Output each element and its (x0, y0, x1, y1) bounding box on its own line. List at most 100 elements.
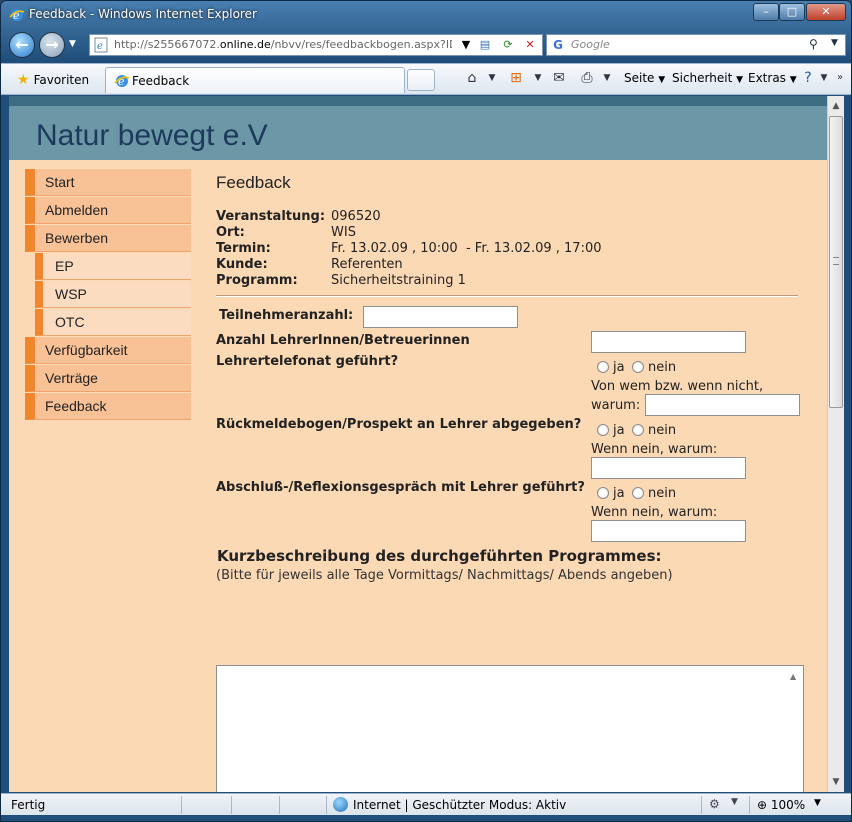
status-separator (181, 796, 182, 814)
menu-item-feedback[interactable]: Feedback (25, 393, 191, 420)
info-value: 096520 (331, 209, 381, 224)
tab-feedback[interactable]: e Feedback (105, 67, 405, 93)
menu-item-label: Verträge (45, 370, 98, 386)
submenu-item-ep[interactable]: EP (35, 253, 191, 280)
menu-item-start[interactable]: Start (25, 169, 191, 196)
event-info: Veranstaltung: 096520 Ort: WIS Termin: Fr. … (216, 209, 602, 289)
page-menu-label: Seite (624, 71, 655, 85)
url-domain: online.de (219, 38, 271, 51)
info-value: Fr. 13.02.09 , 10:00 - Fr. 13.02.09 , 17… (331, 241, 602, 256)
address-row: ← → ▼ e http://s255667072.online.de/nbvv… (1, 29, 851, 63)
menu-item-vertraege[interactable]: Verträge (25, 365, 191, 392)
print-icon[interactable]: ⎙ (578, 69, 596, 87)
google-icon: G (553, 38, 563, 52)
zoom-dropdown-icon[interactable]: ▼ (814, 798, 821, 808)
textarea-scrollbar[interactable]: ▲ ▼ (787, 666, 803, 792)
url-rest: /nbvv/res/feedbackbogen.aspx?ID= (270, 38, 452, 51)
top-band (9, 96, 827, 106)
scroll-thumb[interactable] (829, 116, 843, 408)
submenu-item-wsp[interactable]: WSP (35, 281, 191, 308)
zoom-level[interactable]: ⊕ 100% (757, 798, 805, 812)
back-button[interactable]: ← (9, 32, 35, 58)
status-bar: Fertig Internet | Geschützter Modus: Akt… (1, 793, 851, 815)
zoom-icon: ⊕ (757, 798, 768, 812)
submenu-item-otc[interactable]: OTC (35, 309, 191, 336)
q2-no-radio[interactable] (632, 424, 644, 436)
q1-no-radio[interactable] (632, 361, 644, 373)
q2-yes-radio[interactable] (597, 424, 609, 436)
q3-reason-label: Wenn nein, warum: (591, 505, 718, 520)
tab-ie-icon: e (114, 75, 130, 88)
home-dropdown-icon[interactable]: ▼ (483, 69, 501, 87)
info-key: Veranstaltung: (216, 209, 326, 224)
window-title: Feedback - Windows Internet Explorer (29, 7, 257, 21)
mail-icon[interactable]: ✉ (550, 69, 568, 87)
security-menu[interactable]: Sicherheit ▼ (672, 71, 743, 85)
info-value: Sicherheitstraining 1 (331, 273, 466, 288)
toolbar-overflow-icon[interactable]: » (831, 69, 849, 87)
page-viewport: Natur bewegt e.V Start Abmelden Bewerben… (9, 96, 827, 792)
info-row: Veranstaltung: 096520 (216, 209, 602, 225)
close-button[interactable]: ✕ (806, 3, 846, 21)
menu-item-label: EP (55, 258, 74, 274)
compatibility-icon[interactable]: ▤ (475, 37, 495, 53)
page-scrollbar[interactable]: ▲ ▼ (827, 96, 844, 792)
address-field[interactable]: e http://s255667072.online.de/nbvv/res/f… (89, 34, 543, 56)
print-dropdown-icon[interactable]: ▼ (598, 69, 616, 87)
extras-menu[interactable]: Extras ▼ (748, 71, 797, 85)
ie-logo-icon: e (9, 9, 25, 22)
address-url: http://s255667072.online.de/nbvv/res/fee… (114, 38, 452, 51)
menu-item-label: Feedback (45, 398, 107, 414)
command-bar: ★ Favoriten e Feedback ⌂ ▼ ⊞ ▼ ✉ ⎙ ▼ Seit… (1, 63, 851, 95)
q2-reason-input[interactable] (591, 457, 746, 479)
stop-icon[interactable]: ✕ (520, 37, 540, 53)
menu-item-bewerben[interactable]: Bewerben (25, 225, 191, 252)
scroll-down-icon[interactable]: ▼ (829, 774, 843, 790)
teilnehmer-input[interactable] (363, 306, 518, 328)
history-dropdown-icon[interactable]: ▼ (69, 39, 76, 49)
q1-yes-radio[interactable] (597, 361, 609, 373)
info-row: Termin: Fr. 13.02.09 , 10:00 - Fr. 13.02.… (216, 241, 602, 257)
status-separator (701, 796, 702, 814)
page-menu[interactable]: Seite ▼ (624, 71, 665, 85)
address-dropdown-icon[interactable]: ▼ (456, 37, 476, 53)
q1-label: Lehrertelefonat geführt? (216, 354, 399, 369)
q3-reason-input[interactable] (591, 520, 746, 542)
zoom-value: 100% (770, 798, 806, 812)
lehrer-anzahl-input[interactable] (591, 331, 746, 353)
q3-no-radio[interactable] (632, 487, 644, 499)
description-textarea[interactable]: ▲ ▼ (216, 665, 804, 792)
search-icon[interactable]: ⚲ (809, 37, 818, 51)
q3-label: Abschluß-/Reflexionsgespräch mit Lehrer … (216, 480, 585, 495)
status-separator (749, 796, 750, 814)
menu-item-abmelden[interactable]: Abmelden (25, 197, 191, 224)
maximize-button[interactable]: □ (779, 3, 805, 21)
q2-reason-label: Wenn nein, warum: (591, 442, 718, 457)
q1-reason-input[interactable] (645, 394, 800, 416)
refresh-icon[interactable]: ⟳ (498, 37, 518, 53)
info-value: WIS (331, 225, 356, 240)
new-tab-button[interactable] (407, 69, 435, 91)
feeds-icon[interactable]: ⊞ (507, 69, 525, 87)
extras-menu-label: Extras (748, 71, 786, 85)
feeds-dropdown-icon[interactable]: ▼ (529, 69, 547, 87)
menu-item-verfuegbarkeit[interactable]: Verfügbarkeit (25, 337, 191, 364)
search-placeholder: Google (571, 38, 610, 51)
search-box[interactable]: G Google ⚲ ▼ (546, 34, 846, 56)
info-row: Ort: WIS (216, 225, 602, 241)
minimize-button[interactable]: – (753, 3, 779, 21)
favorites-button[interactable]: ★ Favoriten (11, 69, 95, 91)
q1-reason-label-2: warum: (591, 398, 641, 413)
q3-yes-radio[interactable] (597, 487, 609, 499)
protected-mode-icon[interactable]: ⚙ (709, 797, 720, 811)
menu-item-label: Abmelden (45, 202, 109, 218)
lehrer-anzahl-label: Anzahl LehrerInnen/Betreuerinnen (216, 333, 470, 348)
textarea-scroll-up-icon[interactable]: ▲ (790, 672, 796, 681)
forward-button[interactable]: → (39, 32, 65, 58)
home-icon[interactable]: ⌂ (463, 69, 481, 87)
protected-mode-dropdown-icon[interactable]: ▼ (731, 797, 738, 807)
status-separator (279, 796, 280, 814)
scroll-up-icon[interactable]: ▲ (829, 98, 843, 114)
search-dropdown-icon[interactable]: ▼ (831, 38, 838, 48)
q2-label: Rückmeldebogen/Prospekt an Lehrer abgege… (216, 417, 582, 432)
